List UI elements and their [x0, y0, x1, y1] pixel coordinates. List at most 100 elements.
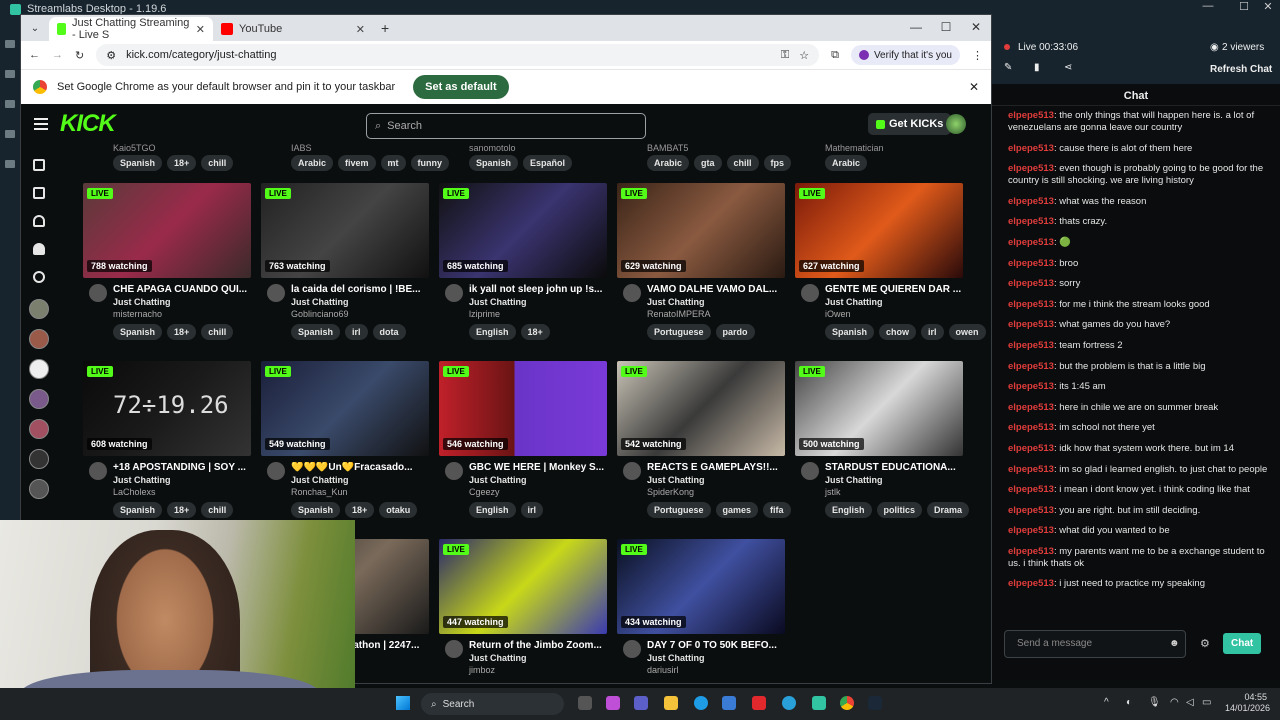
stream-card[interactable]: LIVE 447 watching Return of the Jimbo Zoom…: [439, 539, 607, 683]
chrome-maximize-button[interactable]: ☐: [935, 20, 957, 34]
tag[interactable]: English: [825, 502, 872, 518]
stream-thumbnail[interactable]: LIVE 542 watching: [617, 361, 785, 456]
tag[interactable]: Spanish: [469, 155, 519, 171]
chat-username[interactable]: elpepe513: [1008, 546, 1054, 557]
tag[interactable]: fifa: [763, 502, 791, 518]
tag[interactable]: Spanish: [825, 324, 875, 340]
share-icon[interactable]: ⋖: [1064, 62, 1072, 73]
stream-card[interactable]: LIVE 542 watching REACTS E GAMEPLAYS!!... J…: [617, 361, 791, 518]
stream-title[interactable]: VAMO DALHE VAMO DAL...: [647, 284, 785, 295]
tab-kick[interactable]: Just Chatting Streaming - Live S ✕: [49, 17, 213, 41]
tray-icon[interactable]: ◐: [1126, 697, 1132, 708]
teams-icon[interactable]: [634, 696, 648, 710]
top-row-username[interactable]: Mathematician: [825, 143, 884, 153]
stream-category[interactable]: Just Chatting: [291, 475, 349, 485]
tag[interactable]: irl: [921, 324, 944, 340]
tag[interactable]: Spanish: [291, 502, 341, 518]
reload-icon[interactable]: ↻: [75, 49, 84, 62]
wifi-icon[interactable]: ◠: [1170, 697, 1179, 708]
chat-username[interactable]: elpepe513: [1008, 505, 1054, 516]
stream-title[interactable]: STARDUST EDUCATIONA...: [825, 462, 963, 473]
search-input[interactable]: ⌕ Search: [366, 113, 646, 139]
streamer-avatar[interactable]: [89, 462, 107, 480]
chat-username[interactable]: elpepe513: [1008, 216, 1054, 227]
mic-icon[interactable]: 🎙: [1148, 697, 1161, 708]
stream-card[interactable]: LIVE 434 watching DAY 7 OF 0 TO 50K BEFO..…: [617, 539, 785, 683]
stream-category[interactable]: Just Chatting: [113, 475, 171, 485]
chrome-minimize-button[interactable]: —: [905, 20, 927, 34]
app-icon[interactable]: [752, 696, 766, 710]
chat-username[interactable]: elpepe513: [1008, 278, 1054, 289]
streamer-username[interactable]: dariusirl: [647, 665, 679, 675]
sidebar-icon[interactable]: [5, 70, 15, 78]
streamer-username[interactable]: Goblinciano69: [291, 309, 349, 319]
chat-username[interactable]: elpepe513: [1008, 319, 1054, 330]
streamlabs-icon[interactable]: [812, 696, 826, 710]
stream-thumbnail[interactable]: LIVE 608 watching 72÷19.26: [83, 361, 251, 456]
chrome-close-button[interactable]: ✕: [965, 20, 987, 34]
hamburger-menu-icon[interactable]: [34, 115, 48, 133]
chat-username[interactable]: elpepe513: [1008, 196, 1054, 207]
close-tab-icon[interactable]: ✕: [196, 23, 205, 36]
app-icon[interactable]: [606, 696, 620, 710]
live-signal-icon[interactable]: [33, 271, 45, 283]
channel-avatar[interactable]: [29, 389, 49, 409]
get-kicks-button[interactable]: Get KICKs: [868, 113, 952, 135]
tab-youtube[interactable]: YouTube ✕: [213, 17, 373, 41]
tag[interactable]: funny: [410, 155, 450, 171]
browse-icon[interactable]: [33, 187, 45, 199]
top-row-username[interactable]: IABS: [291, 143, 312, 153]
tag[interactable]: Portuguese: [647, 502, 711, 518]
minimize-button[interactable]: —: [1196, 0, 1220, 12]
tag[interactable]: gta: [694, 155, 722, 171]
tag[interactable]: English: [469, 324, 516, 340]
chat-username[interactable]: elpepe513: [1008, 163, 1054, 174]
tag[interactable]: Spanish: [113, 324, 163, 340]
maximize-button[interactable]: ☐: [1232, 0, 1256, 13]
channel-avatar[interactable]: [29, 479, 49, 499]
new-tab-button[interactable]: +: [381, 20, 389, 36]
stream-category[interactable]: Just Chatting: [647, 653, 705, 663]
stream-card[interactable]: LIVE 627 watching GENTE ME QUIEREN DAR ...…: [795, 183, 986, 340]
top-row-username[interactable]: sanomotolo: [469, 143, 516, 153]
chat-username[interactable]: elpepe513: [1008, 361, 1054, 372]
tray-chevron-icon[interactable]: ^: [1104, 697, 1109, 708]
clock[interactable]: 04:55 14/01/2026: [1225, 692, 1270, 714]
password-key-icon[interactable]: ⚿: [781, 49, 789, 62]
stream-title[interactable]: DAY 7 OF 0 TO 50K BEFO...: [647, 640, 785, 651]
kick-logo[interactable]: KICK: [60, 110, 116, 138]
tag[interactable]: chill: [201, 324, 234, 340]
forward-icon[interactable]: →: [52, 49, 63, 61]
stream-category[interactable]: Just Chatting: [469, 297, 527, 307]
sidebar-icon[interactable]: [5, 40, 15, 48]
stream-card[interactable]: LIVE 546 watching GBC WE HERE | Monkey S..…: [439, 361, 607, 518]
streamer-username[interactable]: Ronchas_Kun: [291, 487, 348, 497]
tag[interactable]: Arabic: [825, 155, 868, 171]
chat-username[interactable]: elpepe513: [1008, 443, 1054, 454]
stream-thumbnail[interactable]: LIVE 500 watching: [795, 361, 963, 456]
chat-username[interactable]: elpepe513: [1008, 525, 1054, 536]
streamer-username[interactable]: SpiderKong: [647, 487, 694, 497]
tag[interactable]: Español: [523, 155, 573, 171]
streamer-username[interactable]: LaCholexs: [113, 487, 156, 497]
stream-thumbnail[interactable]: LIVE 627 watching: [795, 183, 963, 278]
channel-avatar[interactable]: [29, 359, 49, 379]
stream-category[interactable]: Just Chatting: [113, 297, 171, 307]
task-view-icon[interactable]: [578, 696, 592, 710]
channel-avatar[interactable]: [29, 329, 49, 349]
stream-thumbnail[interactable]: LIVE 629 watching: [617, 183, 785, 278]
stream-category[interactable]: Just Chatting: [469, 653, 527, 663]
tag[interactable]: 18+: [345, 502, 375, 518]
stream-title[interactable]: GENTE ME QUIEREN DAR ...: [825, 284, 963, 295]
streamer-avatar[interactable]: [445, 640, 463, 658]
streamer-avatar[interactable]: [445, 284, 463, 302]
chat-username[interactable]: elpepe513: [1008, 299, 1054, 310]
streamer-avatar[interactable]: [89, 284, 107, 302]
streamer-avatar[interactable]: [801, 284, 819, 302]
stream-title[interactable]: la caida del corismo | !BE...: [291, 284, 429, 295]
stream-thumbnail[interactable]: LIVE 763 watching: [261, 183, 429, 278]
tag[interactable]: chill: [201, 502, 234, 518]
address-bar[interactable]: ⚙ kick.com/category/just-chatting ⚿ ☆: [96, 44, 820, 66]
tag[interactable]: mt: [380, 155, 406, 171]
stream-thumbnail[interactable]: LIVE 447 watching: [439, 539, 607, 634]
